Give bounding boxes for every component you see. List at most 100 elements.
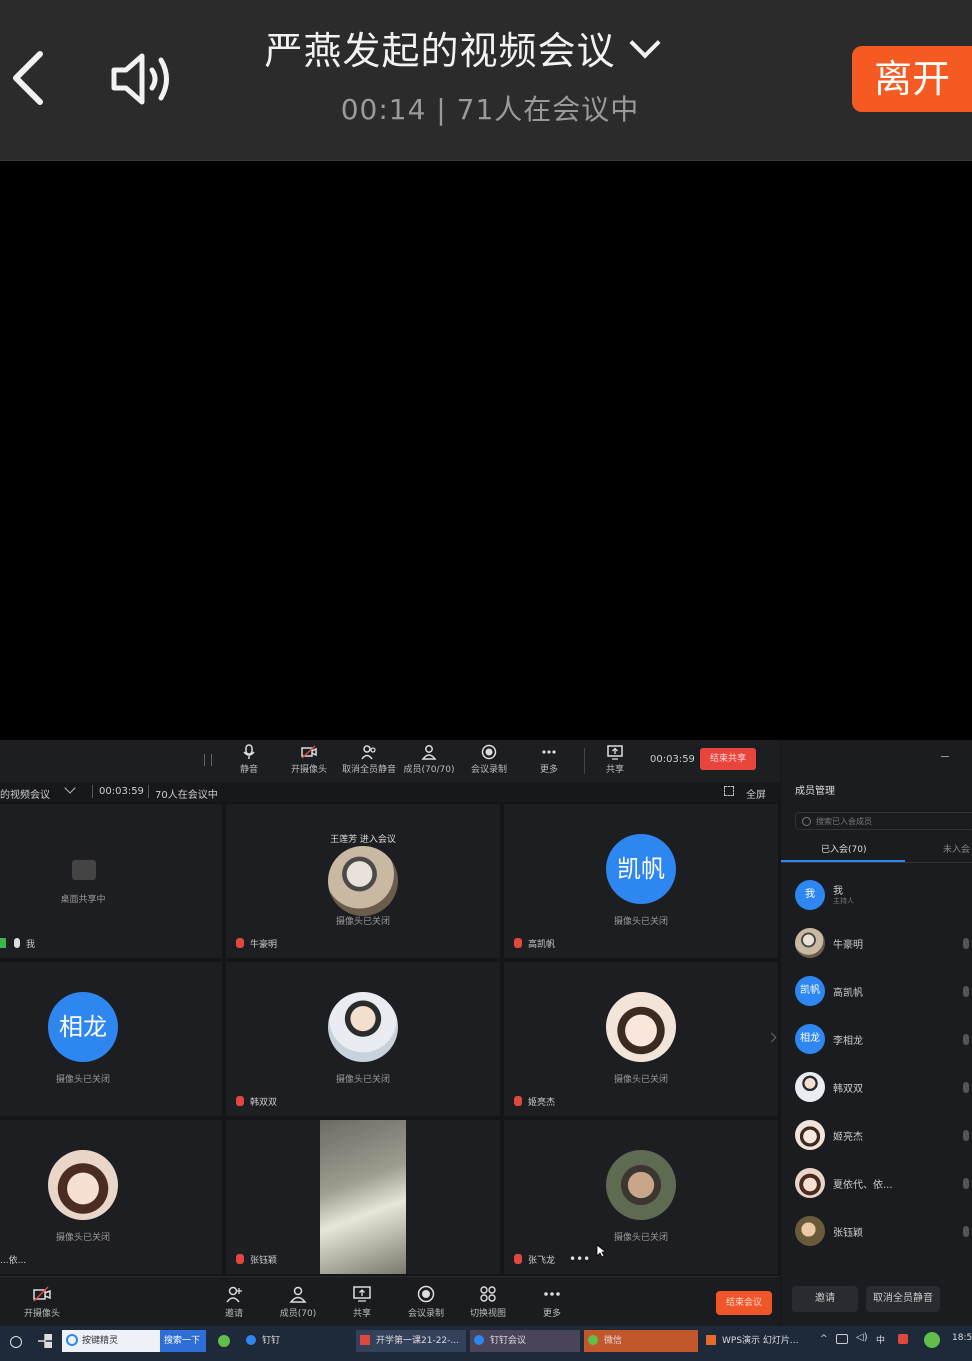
taskbar-item[interactable]: 开学第一课21-22-... (356, 1330, 466, 1352)
switch-view-label: 切换视图 (469, 1309, 506, 1319)
member-item[interactable]: 牛豪明 (795, 924, 969, 964)
mic-icon[interactable] (963, 986, 969, 997)
meeting-bottom-bar: 开摄像头 邀请 成员(70) 共享 会议录制 切换视图 更多 结束会议 (0, 1276, 780, 1327)
search-circle-icon[interactable] (10, 1336, 22, 1348)
taskbar-item[interactable]: WPS演示 幻灯片... (702, 1330, 810, 1352)
taskbar-item-label: 微信 (604, 1336, 623, 1346)
member-item[interactable]: 张钰颖 (795, 1212, 969, 1252)
video-tile-participant[interactable]: 王莲芳 进入会议 摄像头已关闭 牛豪明 (226, 804, 500, 958)
drag-handle[interactable] (204, 754, 212, 766)
mic-icon[interactable] (963, 1130, 969, 1141)
end-meeting-button[interactable]: 结束会议 (716, 1291, 772, 1315)
video-tile-participant[interactable]: 摄像头已关闭 ...依... (0, 1120, 222, 1274)
tile-caption: 摄像头已关闭 (335, 917, 390, 927)
member-item[interactable]: 韩双双 (795, 1068, 969, 1108)
video-tile-self[interactable]: 桌面共享中 我 (0, 804, 222, 958)
toolbar-camera-label: 开摄像头 (290, 765, 327, 775)
toolbar-unmute-all-button[interactable]: 取消全员静音 (337, 744, 401, 775)
cursor-icon (596, 1244, 606, 1258)
member-item[interactable]: 凯帆 高凯帆 (795, 972, 969, 1012)
toolbar-mute-button[interactable]: 静音 (217, 744, 281, 775)
more-button[interactable]: 更多 (524, 1285, 580, 1319)
video-tile-participant[interactable]: 相龙 摄像头已关闭 (0, 962, 222, 1116)
mic-icon[interactable] (963, 1034, 969, 1045)
ime-indicator[interactable]: 中 (876, 1333, 885, 1346)
toolbar-record-button[interactable]: 会议录制 (457, 744, 521, 775)
tab-joined[interactable]: 已入会(70) (821, 842, 866, 855)
taskbar-item[interactable]: 钉钉 (242, 1330, 352, 1352)
mic-muted-icon (236, 1096, 244, 1106)
meeting-name[interactable]: 的视频会议 (0, 786, 50, 801)
member-name: 姬亮杰 (833, 1132, 863, 1143)
panel-invite-button[interactable]: 邀请 (792, 1286, 858, 1312)
member-name: 李相龙 (833, 1036, 863, 1047)
search-go-button[interactable]: 搜索一下 (160, 1330, 206, 1352)
speaker-icon[interactable] (108, 48, 174, 110)
clock: 18:5 (952, 1333, 972, 1343)
chevron-right-icon[interactable] (766, 1032, 777, 1043)
toolbar-mute-label: 静音 (239, 765, 258, 775)
taskbar-item[interactable]: 按键精灵 (62, 1330, 160, 1352)
search-placeholder: 搜索已入会成员 (816, 817, 872, 826)
tile-caption: 摄像头已关闭 (613, 1233, 668, 1243)
app-icon[interactable] (38, 1334, 52, 1348)
taskbar-item[interactable]: 微信 (584, 1330, 698, 1352)
network-icon[interactable] (836, 1334, 848, 1344)
tray-app-icon[interactable] (924, 1332, 940, 1348)
back-arrow-icon[interactable] (8, 48, 48, 108)
leave-button[interactable]: 离开 (852, 46, 972, 112)
members-button[interactable]: 成员(70) (270, 1285, 326, 1319)
chevron-down-icon[interactable] (64, 782, 76, 794)
tile-name-text: 我 (26, 940, 36, 950)
switch-view-button[interactable]: 切换视图 (460, 1285, 516, 1319)
camera-toggle-button[interactable]: 开摄像头 (14, 1285, 70, 1319)
mic-muted-icon (514, 1254, 522, 1264)
toolbar-camera-button[interactable]: 开摄像头 (277, 744, 341, 775)
mic-icon[interactable] (963, 1226, 969, 1237)
fullscreen-label[interactable]: 全屏 (746, 786, 766, 801)
member-item[interactable]: 夏依代、依... (795, 1164, 969, 1204)
invite-button[interactable]: 邀请 (206, 1285, 262, 1319)
tile-caption: 摄像头已关闭 (55, 1075, 110, 1085)
end-share-button[interactable]: 结束共享 (700, 748, 756, 770)
tray-app-icon[interactable] (218, 1335, 230, 1347)
record-button[interactable]: 会议录制 (398, 1285, 454, 1319)
participant-count: 70人在会议中 (155, 790, 218, 801)
minimize-icon[interactable] (941, 756, 949, 757)
join-notice: 王莲芳 进入会议 (330, 835, 396, 845)
toolbar-members-button[interactable]: 成员(70/70) (397, 744, 461, 775)
video-tile-participant[interactable]: 张钰颖 (226, 1120, 500, 1274)
mic-icon[interactable] (963, 938, 969, 949)
video-tile-participant[interactable]: 摄像头已关闭 韩双双 (226, 962, 500, 1116)
member-item[interactable]: 我 我 主持人 (795, 876, 965, 916)
taskbar-item[interactable]: 钉钉会议 (470, 1330, 580, 1352)
avatar: 相龙 (48, 992, 118, 1062)
tray-app-icon[interactable] (898, 1334, 908, 1344)
tab-not-joined[interactable]: 未入会 (943, 842, 970, 855)
toolbar-more-button[interactable]: 更多 (517, 744, 581, 775)
member-search-input[interactable]: 搜索已入会成员 (795, 812, 972, 830)
camera-feed (320, 1120, 406, 1274)
toolbar-share-button[interactable]: 共享 (583, 744, 647, 775)
volume-icon[interactable]: ◁) (856, 1332, 868, 1343)
member-item[interactable]: 相龙 李相龙 (795, 1020, 969, 1060)
mic-icon[interactable] (963, 1082, 969, 1093)
avatar: 相龙 (795, 1024, 825, 1054)
tile-name-text: 韩双双 (250, 1098, 278, 1108)
video-tile-participant[interactable]: 摄像头已关闭 张飞龙 ••• (504, 1120, 778, 1274)
shared-screen: 静音 开摄像头 取消全员静音 成员(70/70) 会议录制 更多 共享 00:0… (0, 740, 972, 1361)
tray-expand-icon[interactable]: ^ (820, 1334, 828, 1344)
video-tile-participant[interactable]: 凯帆 摄像头已关闭 高凯帆 (504, 804, 778, 958)
taskbar-item-label: 钉钉会议 (490, 1336, 527, 1346)
member-item[interactable]: 姬亮杰 (795, 1116, 969, 1156)
meeting-title[interactable]: 严燕发起的视频会议 (200, 20, 720, 75)
meeting-info-bar: 的视频会议 00:03:59 70人在会议中 全屏 (0, 782, 780, 802)
share-button[interactable]: 共享 (334, 1285, 390, 1319)
panel-unmute-all-button[interactable]: 取消全员静音 (866, 1286, 940, 1312)
more-icon[interactable]: ••• (569, 1252, 590, 1266)
mic-icon[interactable] (963, 1178, 969, 1189)
tile-caption: 摄像头已关闭 (335, 1075, 390, 1085)
fullscreen-icon[interactable] (724, 786, 734, 796)
video-tile-participant[interactable]: 摄像头已关闭 姬亮杰 (504, 962, 778, 1116)
toolbar-more-label: 更多 (539, 765, 558, 775)
